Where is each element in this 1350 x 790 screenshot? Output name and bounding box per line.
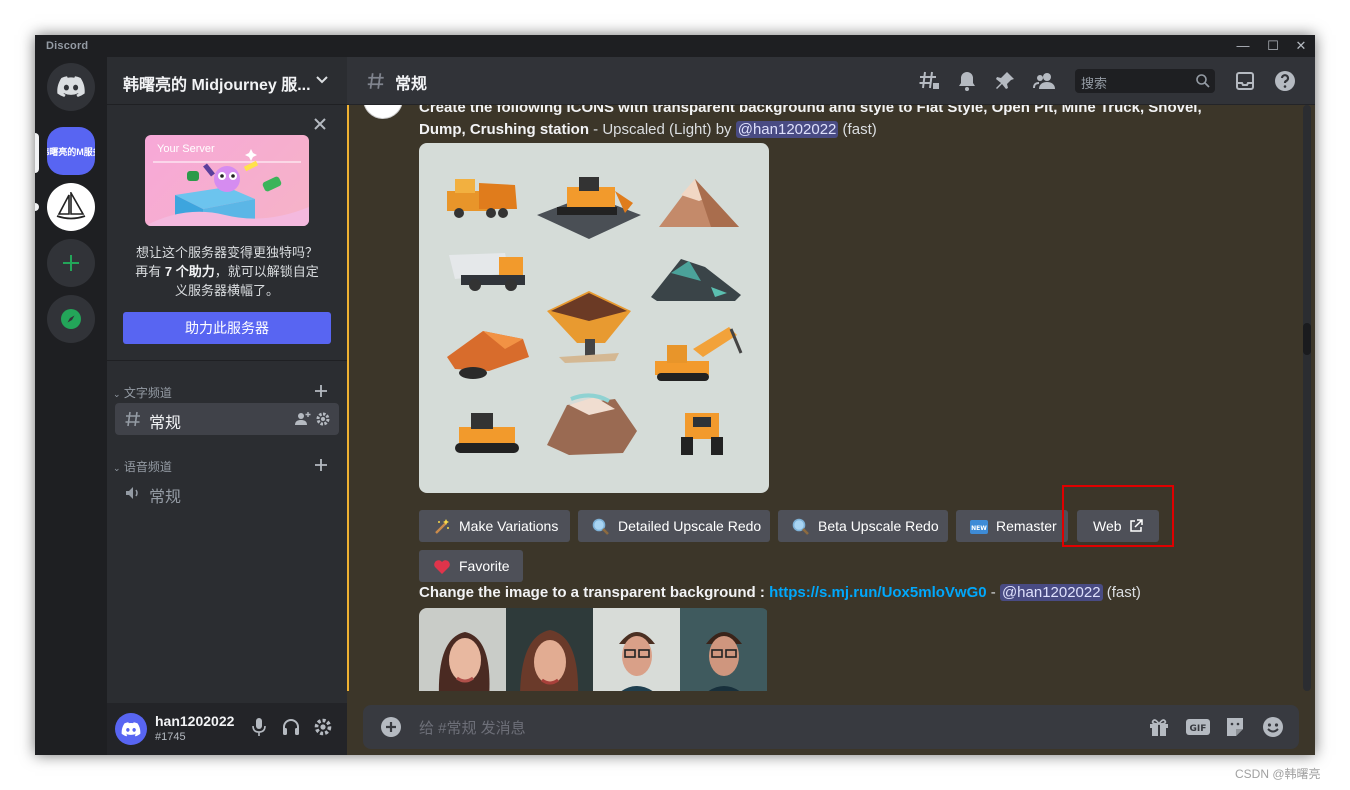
magnifier-icon xyxy=(792,518,809,535)
message-content: Create the following ICONS with transpar… xyxy=(419,105,1202,138)
server-midjourney[interactable] xyxy=(47,183,95,231)
close-window-button[interactable]: ✕ xyxy=(1287,37,1315,55)
image-link[interactable]: https://s.mj.run/Uox5mloVwG0 xyxy=(769,584,987,601)
channel-header: 常规 搜索 xyxy=(347,57,1315,105)
portrait-image-grid[interactable] xyxy=(419,608,769,691)
guild-header[interactable]: 韩曙亮的 Midjourney 服... xyxy=(107,57,347,105)
chat-area: 常规 搜索 Create the following ICONS with tr… xyxy=(347,57,1315,755)
favorite-button[interactable]: Favorite xyxy=(419,550,523,582)
settings-gear-icon[interactable] xyxy=(313,717,333,737)
voice-channel-general[interactable]: 常规 xyxy=(115,477,339,509)
chevron-down-icon xyxy=(316,76,328,84)
avatar[interactable] xyxy=(115,713,147,745)
upscaled-image[interactable] xyxy=(419,143,769,493)
remaster-button[interactable]: NEW Remaster xyxy=(956,510,1068,542)
plus-icon xyxy=(63,255,79,271)
category-voice-channels[interactable]: ⌄ 语音频道 xyxy=(113,458,172,475)
magic-wand-icon xyxy=(435,519,449,534)
compass-icon xyxy=(61,309,81,329)
microphone-icon[interactable] xyxy=(251,717,267,737)
boost-illustration: Your Server xyxy=(145,135,309,226)
guild-name: 韩曙亮的 Midjourney 服... xyxy=(123,77,311,94)
username: han1202022 xyxy=(155,713,235,729)
svg-text:GIF: GIF xyxy=(1190,724,1207,734)
discord-window: Discord — ☐ ✕ 韩曙亮的M服务 韩曙亮的 Midjourney 服.… xyxy=(35,35,1315,755)
channel-item-general[interactable]: 常规 xyxy=(115,403,339,435)
close-icon[interactable] xyxy=(311,115,329,133)
user-mention[interactable]: @han1202022 xyxy=(735,121,839,138)
headphones-icon[interactable] xyxy=(281,717,301,737)
search-input[interactable]: 搜索 xyxy=(1075,69,1215,93)
bot-avatar[interactable] xyxy=(363,105,403,119)
message-input-placeholder: 给 #常规 发消息 xyxy=(419,720,526,737)
category-text-channels[interactable]: ⌄ 文字频道 xyxy=(113,384,172,401)
search-icon xyxy=(1196,74,1210,88)
selected-server-pill xyxy=(35,133,39,173)
minimize-button[interactable]: — xyxy=(1229,37,1257,55)
help-icon[interactable] xyxy=(1273,69,1297,93)
server-rail: 韩曙亮的M服务 xyxy=(35,57,107,755)
heart-icon xyxy=(434,560,450,574)
scrollbar-thumb[interactable] xyxy=(1303,323,1311,355)
add-channel-icon[interactable] xyxy=(313,383,329,399)
app-wordmark: Discord xyxy=(46,40,89,52)
magnifier-icon xyxy=(592,518,609,535)
user-tag: #1745 xyxy=(155,731,186,743)
channel-name: 常规 xyxy=(149,489,182,506)
search-placeholder: 搜索 xyxy=(1081,76,1108,91)
scrollbar-track[interactable] xyxy=(1303,105,1311,691)
beta-upscale-redo-button[interactable]: Beta Upscale Redo xyxy=(778,510,948,542)
server-current[interactable]: 韩曙亮的M服务 xyxy=(47,127,95,175)
detailed-upscale-redo-button[interactable]: Detailed Upscale Redo xyxy=(578,510,770,542)
channel-title: 常规 xyxy=(395,76,428,93)
make-variations-button[interactable]: Make Variations xyxy=(419,510,570,542)
attach-plus-icon[interactable] xyxy=(379,715,403,739)
hash-icon xyxy=(367,73,384,89)
gear-icon[interactable] xyxy=(315,411,331,427)
hash-icon xyxy=(125,411,140,427)
pin-icon[interactable] xyxy=(993,69,1017,93)
explore-servers-button[interactable] xyxy=(47,295,95,343)
members-icon[interactable] xyxy=(1033,69,1057,93)
threads-icon[interactable] xyxy=(917,69,941,93)
user-panel: han1202022 #1745 xyxy=(107,703,347,755)
sticker-icon[interactable] xyxy=(1223,715,1247,739)
add-voice-channel-icon[interactable] xyxy=(313,457,329,473)
gif-icon[interactable]: GIF xyxy=(1185,715,1211,739)
boost-server-button[interactable]: 助力此服务器 xyxy=(123,312,331,344)
user-mention[interactable]: @han1202022 xyxy=(999,584,1103,601)
gift-icon[interactable] xyxy=(1147,715,1171,739)
csdn-watermark: CSDN @韩曙亮 xyxy=(1235,767,1321,781)
second-message-content: Change the image to a transparent backgr… xyxy=(419,584,1141,601)
home-button[interactable] xyxy=(47,63,95,111)
title-bar: Discord — ☐ ✕ xyxy=(35,35,1315,57)
message-list: Create the following ICONS with transpar… xyxy=(347,105,1299,691)
channel-sidebar: 韩曙亮的 Midjourney 服... Your Server 想让这个服务器… xyxy=(107,57,347,755)
discord-logo-icon xyxy=(57,76,85,97)
discord-logo-icon xyxy=(121,721,141,736)
new-badge-icon: NEW xyxy=(970,520,988,534)
maximize-button[interactable]: ☐ xyxy=(1259,37,1287,55)
svg-text:NEW: NEW xyxy=(971,525,987,532)
speaker-icon xyxy=(126,487,138,499)
unread-pill xyxy=(35,203,39,211)
add-server-button[interactable] xyxy=(47,239,95,287)
bell-icon[interactable] xyxy=(955,69,979,93)
inbox-icon[interactable] xyxy=(1233,69,1257,93)
web-button-highlight-box xyxy=(1062,485,1174,547)
boost-description: 想让这个服务器变得更独特吗？ 再有 7 个助力，就可以解锁自定 义服务器横幅了。 xyxy=(135,245,319,298)
boost-promo: Your Server 想让这个服务器变得更独特吗？ 再有 7 个助力，就可以解… xyxy=(107,105,347,361)
midjourney-boat-icon xyxy=(56,192,86,220)
channel-name: 常规 xyxy=(149,415,182,432)
emoji-smile-icon[interactable] xyxy=(1261,715,1285,739)
mention-highlight-bar xyxy=(347,105,349,691)
invite-member-icon[interactable] xyxy=(295,411,311,427)
message-composer[interactable]: 给 #常规 发消息 GIF xyxy=(363,705,1299,749)
server-current-label: 韩曙亮的M服务 xyxy=(47,146,95,157)
